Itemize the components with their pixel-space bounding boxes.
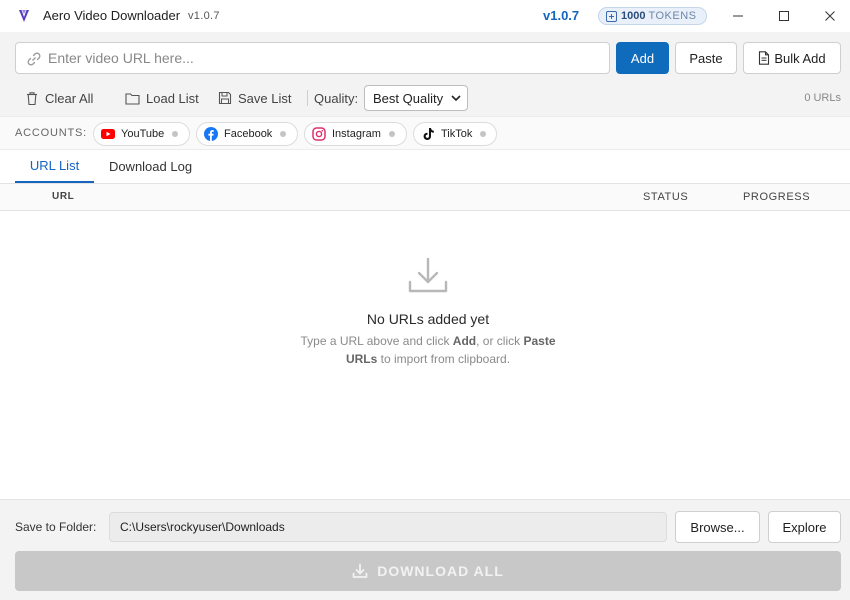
account-chip-youtube[interactable]: YouTube: [93, 122, 190, 146]
chevron-down-icon: [451, 95, 461, 102]
tokens-count: 1000: [621, 10, 646, 22]
footer: Save to Folder: C:\Users\rockyuser\Downl…: [0, 499, 850, 600]
minimize-button[interactable]: [715, 0, 761, 32]
app-title: Aero Video Downloader: [43, 8, 181, 23]
account-name-instagram: Instagram: [332, 128, 381, 140]
account-chip-facebook[interactable]: Facebook: [196, 122, 298, 146]
column-header-progress[interactable]: PROGRESS: [743, 191, 810, 203]
accounts-bar: ACCOUNTS: YouTube Facebook Instagram Tik…: [0, 116, 850, 150]
account-name-youtube: YouTube: [121, 128, 165, 140]
app-logo-icon: [19, 10, 29, 22]
app-version-badge: v1.0.7: [543, 8, 580, 23]
bulk-add-button[interactable]: Bulk Add: [743, 42, 841, 74]
explore-button[interactable]: Explore: [768, 511, 841, 543]
column-header-url[interactable]: URL: [52, 191, 74, 202]
hint-add-keyword: Add: [452, 334, 477, 348]
account-status-dot: [388, 131, 395, 137]
tab-url-list[interactable]: URL List: [15, 150, 94, 183]
close-button[interactable]: [807, 0, 850, 32]
download-all-button[interactable]: DOWNLOAD ALL: [15, 551, 841, 591]
account-status-dot: [480, 131, 487, 137]
hint-text: to import from clipboard.: [377, 352, 511, 366]
hint-paste-keyword: Paste: [523, 334, 556, 348]
save-folder-label: Save to Folder:: [15, 520, 97, 534]
toolbar-divider: [307, 90, 308, 106]
youtube-icon: [101, 127, 115, 141]
account-status-dot: [172, 131, 179, 137]
quality-label: Quality:: [314, 91, 359, 106]
empty-state-title: No URLs added yet: [366, 311, 490, 327]
title-bar: Aero Video Downloader v1.0.7 v1.0.7 1000…: [0, 0, 850, 32]
download-all-label: DOWNLOAD ALL: [377, 563, 504, 579]
paste-button[interactable]: Paste: [675, 42, 737, 74]
tab-download-log[interactable]: Download Log: [100, 150, 201, 183]
trash-icon: [27, 91, 37, 105]
tokens-label: TOKENS: [648, 10, 697, 22]
document-icon: [759, 51, 770, 65]
hint-text: , or click: [476, 334, 524, 348]
table-header: URL STATUS PROGRESS: [0, 184, 850, 211]
close-icon: [825, 11, 835, 21]
load-list-label: Load List: [146, 90, 199, 106]
account-chip-tiktok[interactable]: TikTok: [413, 122, 497, 146]
save-icon: [218, 91, 232, 105]
add-button[interactable]: Add: [616, 42, 669, 74]
account-chip-instagram[interactable]: Instagram: [304, 122, 407, 146]
account-status-dot: [280, 131, 287, 137]
clear-all-button[interactable]: Clear All: [25, 86, 93, 110]
url-input-container: [15, 42, 610, 74]
folder-icon: [125, 92, 140, 105]
minimize-icon: [733, 15, 743, 17]
url-list: No URLs added yet Type a URL above and c…: [0, 211, 850, 499]
url-count: 0 URLs: [804, 92, 841, 104]
download-icon: [352, 563, 368, 578]
maximize-button[interactable]: [761, 0, 807, 32]
instagram-icon: [312, 127, 326, 141]
account-name-tiktok: TikTok: [441, 128, 473, 140]
hint-urls-keyword: URLs: [345, 352, 378, 366]
save-folder-path[interactable]: C:\Users\rockyuser\Downloads: [109, 512, 667, 542]
url-input[interactable]: [48, 43, 603, 73]
save-list-button[interactable]: Save List: [218, 86, 291, 110]
clear-all-label: Clear All: [45, 90, 94, 106]
list-actions-row: Clear All Load List Save List Quality: B…: [0, 82, 850, 112]
column-header-status[interactable]: STATUS: [643, 191, 688, 203]
download-icon: [408, 257, 448, 293]
load-list-button[interactable]: Load List: [125, 86, 199, 110]
empty-state-hint: Type a URL above and click Add, or click…: [284, 332, 572, 368]
maximize-icon: [779, 11, 789, 21]
quality-value: Best Quality: [373, 90, 444, 106]
accounts-label: ACCOUNTS:: [15, 127, 87, 139]
account-name-facebook: Facebook: [224, 128, 273, 140]
app-version-small: v1.0.7: [188, 10, 220, 22]
add-tokens-icon: [606, 10, 617, 22]
facebook-icon: [204, 127, 218, 141]
tab-bar: URL List Download Log: [0, 150, 850, 184]
save-list-label: Save List: [238, 90, 292, 106]
tokens-badge[interactable]: 1000 TOKENS: [598, 7, 707, 25]
bulk-add-label: Bulk Add: [774, 50, 826, 66]
tiktok-icon: [421, 127, 435, 141]
link-icon: [27, 52, 41, 66]
quality-select[interactable]: Best Quality: [364, 85, 468, 111]
hint-text: Type a URL above and click: [300, 334, 453, 348]
toolbar: Add Paste Bulk Add Clear All Load List: [0, 32, 850, 116]
browse-button[interactable]: Browse...: [675, 511, 760, 543]
